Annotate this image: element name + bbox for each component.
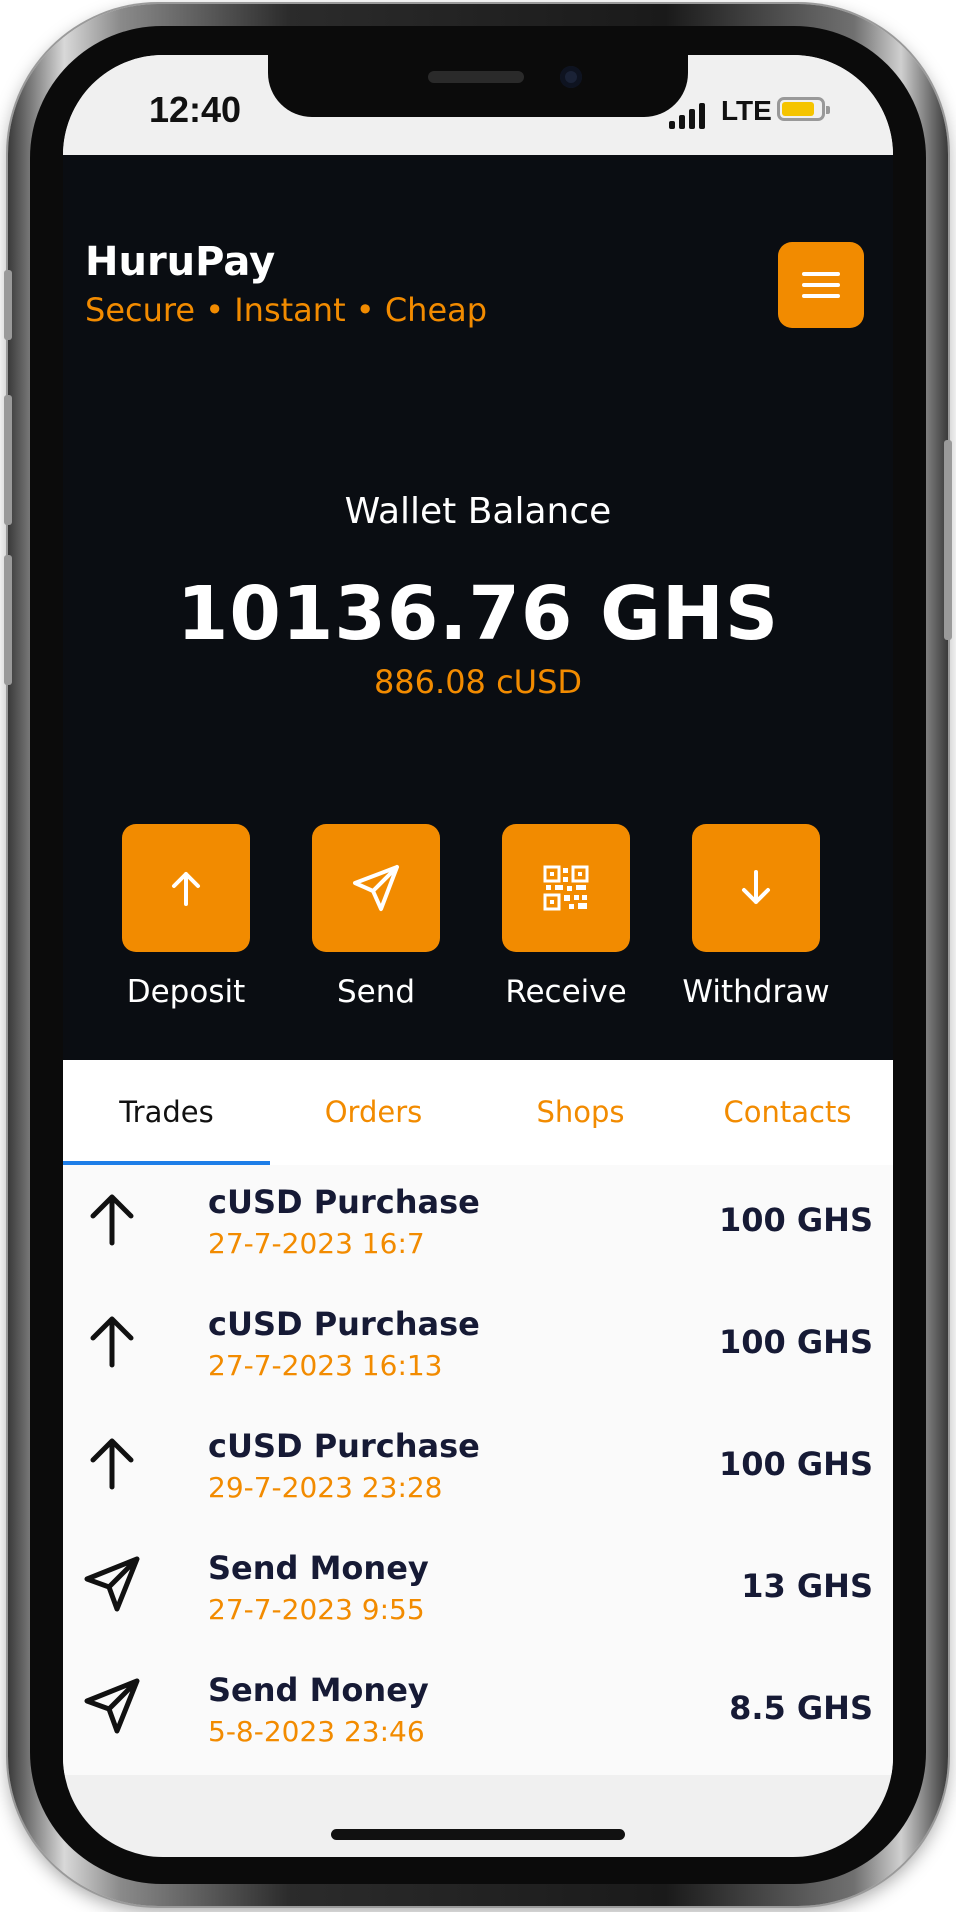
tab-shops[interactable]: Shops [477, 1060, 684, 1165]
transaction-title: Send Money [208, 1549, 429, 1587]
receive-button[interactable]: Receive [486, 824, 646, 1010]
transaction-row[interactable]: cUSD Purchase 27-7-2023 16:7 100 GHS [63, 1165, 893, 1287]
receive-tile[interactable] [502, 824, 630, 952]
tab-orders[interactable]: Orders [270, 1060, 477, 1165]
wallet-header: HuruPay Secure • Instant • Cheap Wallet … [63, 155, 893, 1060]
deposit-label: Deposit [126, 974, 246, 1010]
transaction-title: cUSD Purchase [208, 1427, 480, 1465]
phone-screen: 12:40 LTE HuruPay Secure • Instant • Che… [63, 55, 893, 1857]
paper-plane-icon [353, 865, 399, 911]
arrow-up-icon [90, 1316, 134, 1368]
arrow-up-icon [172, 872, 200, 906]
transaction-date: 5-8-2023 23:46 [208, 1715, 425, 1748]
speaker [428, 71, 524, 83]
cellular-signal-icon [669, 99, 709, 129]
phone-silent-switch [4, 270, 12, 340]
withdraw-button[interactable]: Withdraw [676, 824, 836, 1010]
transaction-title: cUSD Purchase [208, 1305, 480, 1343]
tab-trades[interactable]: Trades [63, 1060, 270, 1165]
arrow-down-icon [742, 870, 770, 904]
status-bar: 12:40 LTE [63, 55, 893, 155]
transaction-amount: 100 GHS [718, 1445, 873, 1483]
deposit-tile[interactable] [122, 824, 250, 952]
app-name: HuruPay [85, 239, 276, 285]
transaction-list: cUSD Purchase 27-7-2023 16:7 100 GHS cUS… [63, 1165, 893, 1775]
notch [268, 55, 688, 117]
paper-plane-icon [84, 1678, 140, 1734]
home-indicator[interactable] [331, 1829, 625, 1840]
wallet-balance-value: 10136.76 GHS [176, 571, 780, 657]
qr-code-icon [543, 865, 589, 911]
transaction-amount: 13 GHS [741, 1567, 873, 1605]
transaction-title: cUSD Purchase [208, 1183, 480, 1221]
status-time: 12:40 [149, 89, 242, 130]
transaction-row[interactable]: cUSD Purchase 27-7-2023 16:13 100 GHS [63, 1287, 893, 1409]
transaction-row[interactable]: Send Money 27-7-2023 9:55 13 GHS [63, 1531, 893, 1653]
send-button[interactable]: Send [296, 824, 456, 1010]
arrow-up-icon [90, 1194, 134, 1246]
transaction-date: 27-7-2023 16:13 [208, 1349, 443, 1382]
receive-label: Receive [505, 974, 627, 1010]
send-tile[interactable] [312, 824, 440, 952]
transaction-amount: 8.5 GHS [729, 1689, 873, 1727]
tab-bar: Trades Orders Shops Contacts [63, 1060, 893, 1166]
network-type: LTE [721, 95, 772, 126]
transaction-row[interactable]: cUSD Purchase 29-7-2023 23:28 100 GHS [63, 1409, 893, 1531]
front-camera [560, 66, 582, 88]
transaction-title: Send Money [208, 1671, 429, 1709]
transaction-amount: 100 GHS [718, 1323, 873, 1361]
phone-power-button [944, 440, 952, 640]
transaction-amount: 100 GHS [718, 1201, 873, 1239]
menu-button[interactable] [778, 242, 864, 328]
phone-volume-up [4, 395, 12, 525]
transaction-date: 27-7-2023 9:55 [208, 1593, 425, 1626]
send-label: Send [336, 974, 416, 1010]
app-tagline: Secure • Instant • Cheap [85, 291, 488, 329]
phone-volume-down [4, 555, 12, 685]
withdraw-tile[interactable] [692, 824, 820, 952]
paper-plane-icon [84, 1556, 140, 1612]
transaction-date: 29-7-2023 23:28 [208, 1471, 443, 1504]
tab-contacts[interactable]: Contacts [684, 1060, 891, 1165]
transaction-date: 27-7-2023 16:7 [208, 1227, 425, 1260]
wallet-secondary-balance: 886.08 cUSD [373, 663, 583, 701]
wallet-balance-label: Wallet Balance [344, 491, 612, 532]
battery-icon [777, 97, 830, 121]
withdraw-label: Withdraw [682, 974, 830, 1010]
transaction-row[interactable]: Send Money 5-8-2023 23:46 8.5 GHS [63, 1653, 893, 1775]
deposit-button[interactable]: Deposit [106, 824, 266, 1010]
arrow-up-icon [90, 1438, 134, 1490]
battery-level [782, 102, 814, 116]
